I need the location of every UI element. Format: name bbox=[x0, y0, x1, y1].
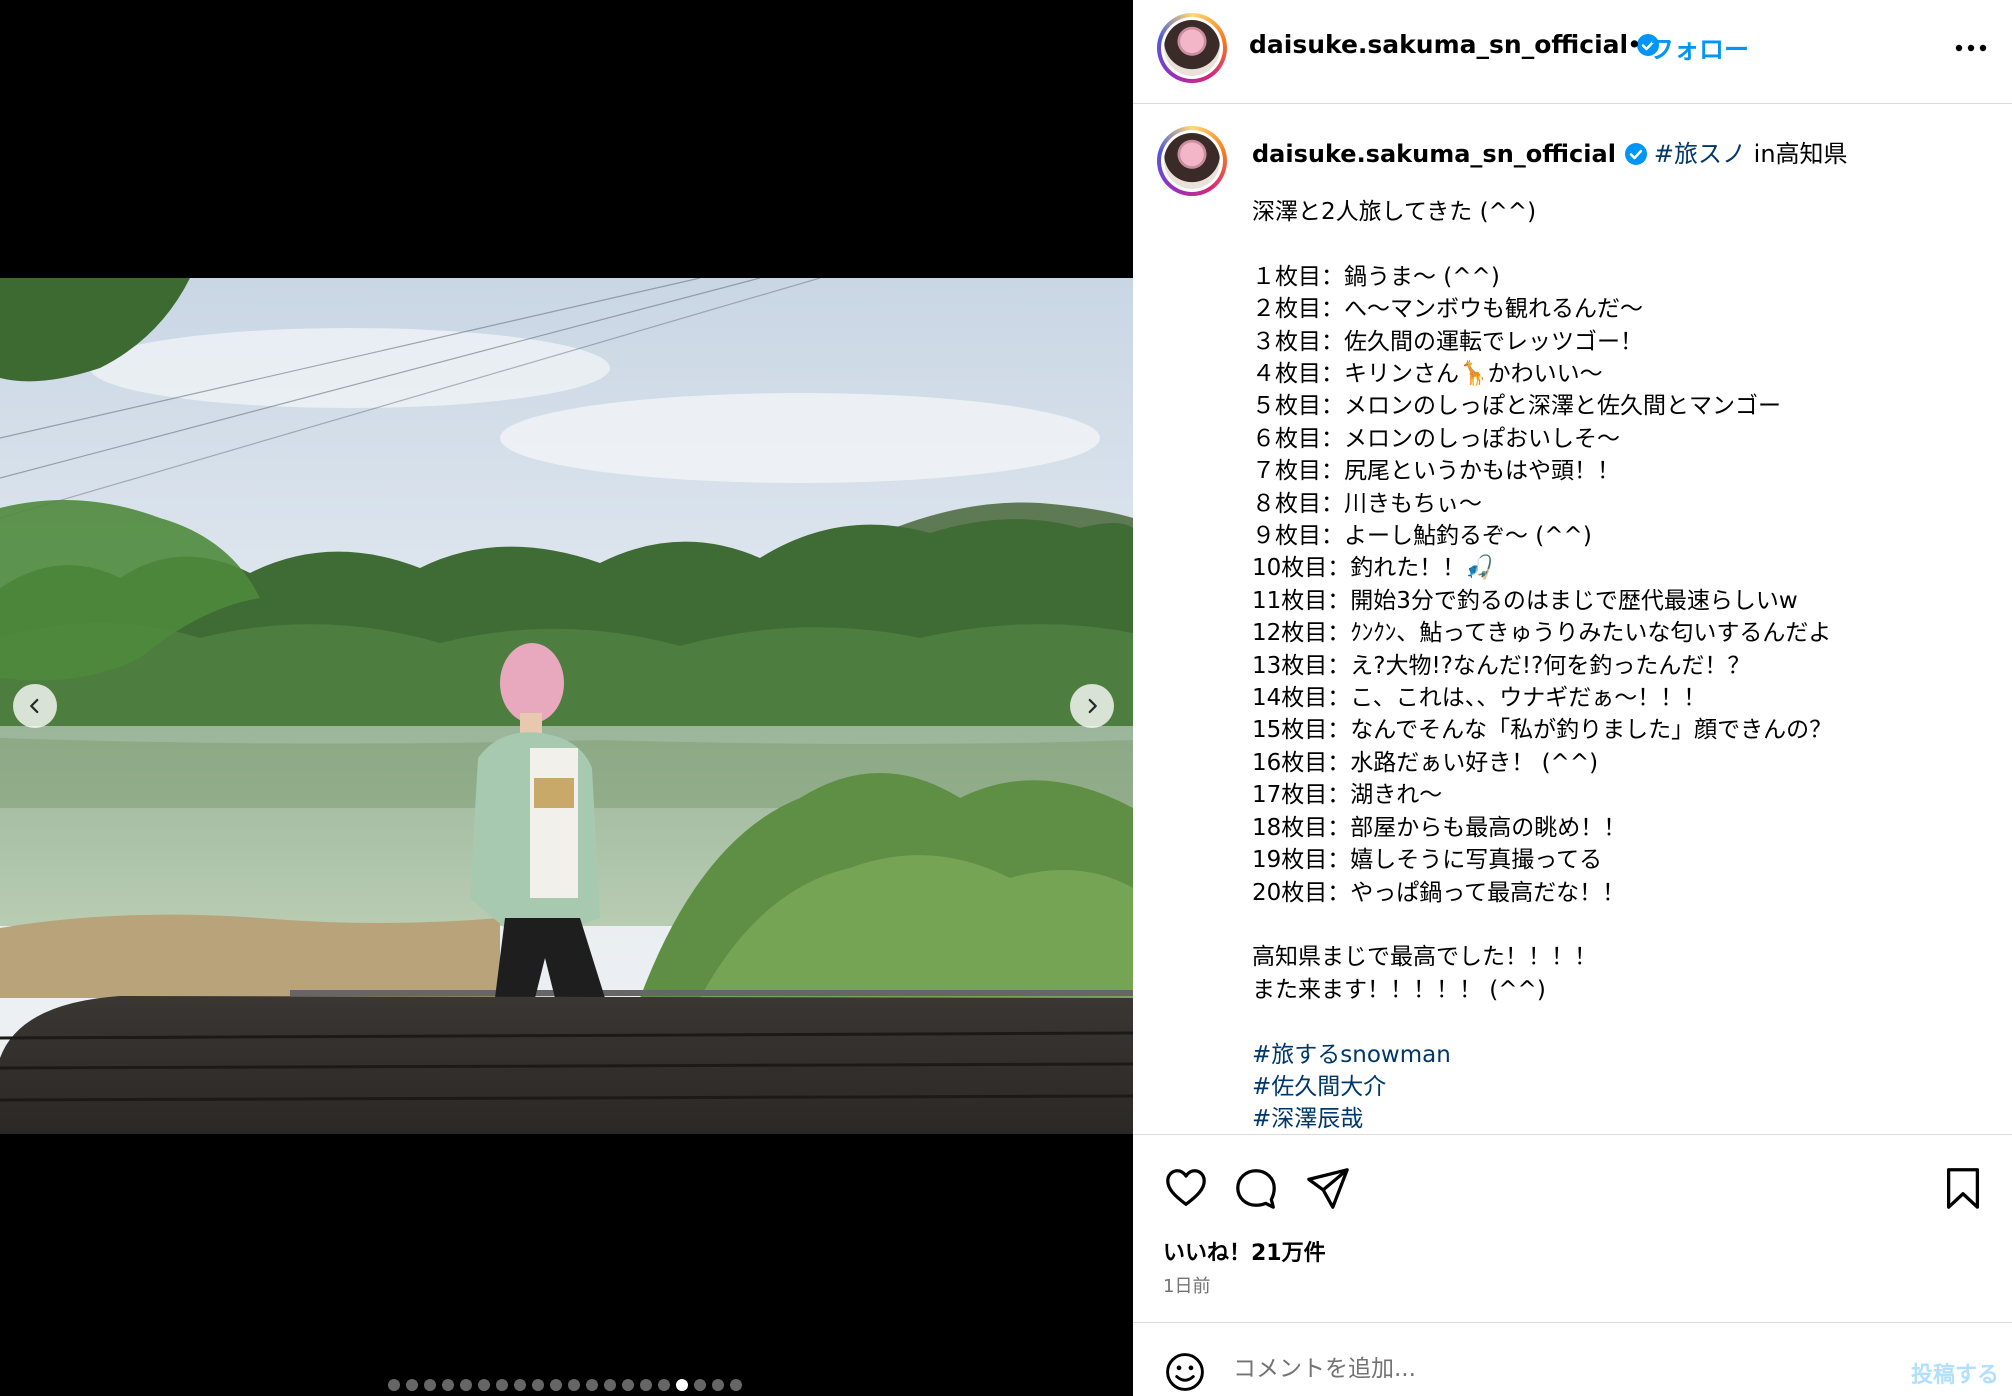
caption-header: daisuke.sakuma_sn_official #旅スノ in高知県 bbox=[1252, 134, 1848, 169]
carousel-indicator bbox=[388, 1379, 742, 1391]
carousel-dot bbox=[712, 1379, 724, 1391]
hashtag-link[interactable]: #深澤辰哉 bbox=[1252, 1103, 1992, 1134]
carousel-dot bbox=[460, 1379, 472, 1391]
caption-line: 17枚目：湖きれ〜 bbox=[1252, 782, 1443, 809]
caption-line: また来ます！！！！！ (^^) bbox=[1252, 976, 1546, 1003]
carousel-dot bbox=[514, 1379, 526, 1391]
send-icon[interactable] bbox=[1305, 1165, 1351, 1211]
post-header: daisuke.sakuma_sn_official • フォロー bbox=[1133, 0, 2012, 104]
likes-count[interactable]: いいね！21万件 bbox=[1163, 1235, 1326, 1267]
caption-line: 11枚目：開始3分で釣るのはまじで歴代最速らしいw bbox=[1252, 587, 1798, 614]
caption-line: 10枚目：釣れた！！🎣 bbox=[1252, 555, 1494, 582]
comment-icon[interactable] bbox=[1233, 1165, 1279, 1211]
caption-area: daisuke.sakuma_sn_official #旅スノ in高知県 深澤と… bbox=[1133, 104, 2012, 1134]
carousel-dot bbox=[388, 1379, 400, 1391]
emoji-icon[interactable] bbox=[1163, 1350, 1207, 1394]
author-username[interactable]: daisuke.sakuma_sn_official bbox=[1249, 30, 1628, 59]
caption-line: 13枚目：え?大物!?なんだ!?何を釣ったんだ！？ bbox=[1252, 652, 1751, 679]
bookmark-icon[interactable] bbox=[1940, 1165, 1986, 1211]
post-comment-button[interactable]: 投稿する bbox=[1911, 1357, 1999, 1389]
caption-author-avatar[interactable] bbox=[1157, 126, 1227, 196]
caption-line bbox=[1252, 228, 1992, 260]
comment-bar: 投稿する bbox=[1133, 1322, 2012, 1396]
post-media-viewer bbox=[0, 0, 1133, 1396]
caption-location: in高知県 bbox=[1746, 140, 1848, 168]
carousel-dot bbox=[406, 1379, 418, 1391]
caption-line: ２枚目：へ〜マンボウも観れるんだ〜 bbox=[1252, 296, 1643, 323]
comment-input[interactable] bbox=[1233, 1347, 1853, 1391]
carousel-dot bbox=[604, 1379, 616, 1391]
header-separator: • bbox=[1627, 30, 1642, 59]
carousel-dot bbox=[478, 1379, 490, 1391]
carousel-dot bbox=[622, 1379, 634, 1391]
carousel-dot bbox=[694, 1379, 706, 1391]
caption-line: ７枚目：尻尾というかもはや頭！！ bbox=[1252, 458, 1620, 485]
carousel-dot bbox=[550, 1379, 562, 1391]
author-username-link[interactable]: daisuke.sakuma_sn_official bbox=[1249, 30, 1660, 59]
caption-line: 20枚目：やっぱ鍋って最高だな！！ bbox=[1252, 879, 1626, 906]
carousel-prev-button[interactable] bbox=[13, 684, 57, 728]
post-actions: いいね！21万件 1日前 bbox=[1133, 1134, 2012, 1314]
caption-line: 12枚目：ｸﾝｸﾝ、鮎ってきゅうりみたいな匂いするんだよ bbox=[1252, 620, 1832, 647]
carousel-dot bbox=[496, 1379, 508, 1391]
caption-line: 高知県まじで最高でした！！！！ bbox=[1252, 944, 1597, 971]
caption-line: ３枚目：佐久間の運転でレッツゴー！ bbox=[1252, 328, 1643, 355]
caption-line: ９枚目：よーし鮎釣るぞ〜 (^^) bbox=[1252, 523, 1592, 550]
more-horizontal-icon[interactable] bbox=[1954, 38, 1988, 58]
caption-text: 深澤と2人旅してきた (^^) １枚目：鍋うま〜 (^^) ２枚目：へ〜マンボウも観… bbox=[1252, 196, 1992, 1134]
post-side-panel: daisuke.sakuma_sn_official • フォロー daisuk… bbox=[1133, 0, 2012, 1396]
caption-line: ８枚目：川きもちぃ〜 bbox=[1252, 490, 1482, 517]
caption-line: ６枚目：メロンのしっぽおいしそ〜 bbox=[1252, 425, 1620, 452]
caption-line: 15枚目：なんでそんな「私が釣りました」顔できんの？ bbox=[1252, 717, 1833, 744]
caption-username[interactable]: daisuke.sakuma_sn_official bbox=[1252, 140, 1616, 168]
caption-line: ５枚目：メロンのしっぽと深澤と佐久間とマンゴー bbox=[1252, 393, 1781, 420]
post-timestamp[interactable]: 1日前 bbox=[1163, 1272, 1210, 1298]
hashtag-link[interactable]: #佐久間大介 bbox=[1252, 1071, 1992, 1103]
hashtag-link[interactable]: #旅するsnowman bbox=[1252, 1039, 1992, 1071]
caption-line: ４枚目：キリンさん🦒かわいい〜 bbox=[1252, 361, 1603, 388]
carousel-dot bbox=[730, 1379, 742, 1391]
caption-tag-link[interactable]: #旅スノ bbox=[1654, 140, 1746, 168]
carousel-dot bbox=[568, 1379, 580, 1391]
carousel-dot bbox=[586, 1379, 598, 1391]
caption-line: 19枚目：嬉しそうに写真撮ってる bbox=[1252, 847, 1603, 874]
carousel-next-button[interactable] bbox=[1070, 684, 1114, 728]
carousel-dot bbox=[676, 1379, 688, 1391]
caption-line: 18枚目：部屋からも最高の眺め！！ bbox=[1252, 814, 1627, 841]
chevron-right-icon bbox=[1088, 698, 1097, 714]
caption-line: 16枚目：水路だぁい好き！ (^^) bbox=[1252, 749, 1599, 776]
carousel-dot bbox=[532, 1379, 544, 1391]
carousel-dot bbox=[442, 1379, 454, 1391]
lake-scene-image bbox=[0, 278, 1133, 1134]
caption-line: １枚目：鍋うま〜 (^^) bbox=[1252, 263, 1500, 290]
heart-icon[interactable] bbox=[1163, 1165, 1209, 1211]
author-avatar[interactable] bbox=[1157, 13, 1227, 83]
carousel-dot bbox=[640, 1379, 652, 1391]
caption-line: 深澤と2人旅してきた (^^) bbox=[1252, 199, 1537, 225]
carousel-dot bbox=[424, 1379, 436, 1391]
post-photo bbox=[0, 278, 1133, 1134]
caption-line bbox=[1252, 1006, 1992, 1038]
verified-badge-icon bbox=[1624, 143, 1647, 165]
chevron-left-icon bbox=[30, 698, 39, 714]
caption-line: 14枚目：こ、これは、、ウナギだぁ〜！！！ bbox=[1252, 685, 1707, 712]
caption-line bbox=[1252, 909, 1992, 941]
follow-button[interactable]: フォロー bbox=[1649, 30, 1749, 66]
carousel-dot bbox=[658, 1379, 670, 1391]
